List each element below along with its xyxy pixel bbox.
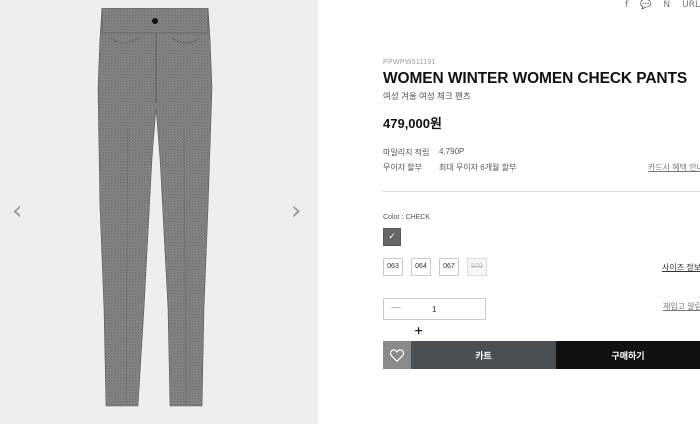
restock-alert-link[interactable]: 재입고 알림 bbox=[663, 301, 700, 312]
add-to-cart-button[interactable]: 카트 bbox=[411, 341, 556, 369]
url-share-button[interactable]: URL bbox=[682, 0, 700, 10]
product-price: 479,000원 bbox=[383, 116, 442, 131]
heart-icon bbox=[390, 348, 404, 362]
size-guide-link[interactable]: 사이즈 정보 bbox=[662, 262, 700, 273]
mileage-label: 마일리지 적립 bbox=[383, 148, 430, 157]
quantity-stepper: — 1 bbox=[383, 298, 486, 320]
size-option-070: 070 bbox=[467, 258, 487, 276]
product-title: WOMEN WINTER WOMEN CHECK PANTS bbox=[383, 70, 688, 87]
facebook-icon[interactable]: f bbox=[625, 0, 628, 10]
chat-icon[interactable]: 💬 bbox=[640, 0, 651, 10]
size-option-067[interactable]: 067 bbox=[439, 258, 459, 276]
color-swatch-check[interactable]: ✓ bbox=[383, 228, 401, 246]
naver-icon[interactable]: N bbox=[663, 0, 670, 10]
size-option-064[interactable]: 064 bbox=[411, 258, 431, 276]
product-code: PPWPW511191 bbox=[383, 59, 436, 66]
divider bbox=[383, 191, 700, 192]
chevron-left-icon[interactable]: ‹ bbox=[12, 198, 22, 224]
check-icon: ✓ bbox=[388, 232, 396, 242]
share-bar: f 💬 N URL bbox=[625, 0, 700, 10]
color-label: Color : CHECK bbox=[383, 214, 431, 221]
quantity-decrease-button[interactable]: — bbox=[391, 302, 401, 313]
mileage-value: 4,790P bbox=[439, 147, 465, 156]
product-image bbox=[97, 8, 213, 407]
product-subtitle: 여성 겨울 여성 체크 팬츠 bbox=[383, 91, 471, 101]
quantity-value[interactable]: 1 bbox=[432, 305, 436, 314]
wishlist-button[interactable] bbox=[383, 341, 411, 369]
installment-label: 무이자 할부 bbox=[383, 163, 423, 172]
buy-now-button[interactable]: 구매하기 bbox=[556, 341, 700, 369]
plus-icon[interactable]: + bbox=[414, 324, 423, 337]
installment-value: 최대 무이자 6개월 할부 bbox=[439, 163, 517, 172]
size-option-063[interactable]: 063 bbox=[383, 258, 403, 276]
product-gallery: ‹ › bbox=[0, 0, 318, 424]
chevron-right-icon[interactable]: › bbox=[291, 198, 301, 224]
card-benefits-link[interactable]: 카드사 혜택 안내 bbox=[648, 162, 700, 173]
